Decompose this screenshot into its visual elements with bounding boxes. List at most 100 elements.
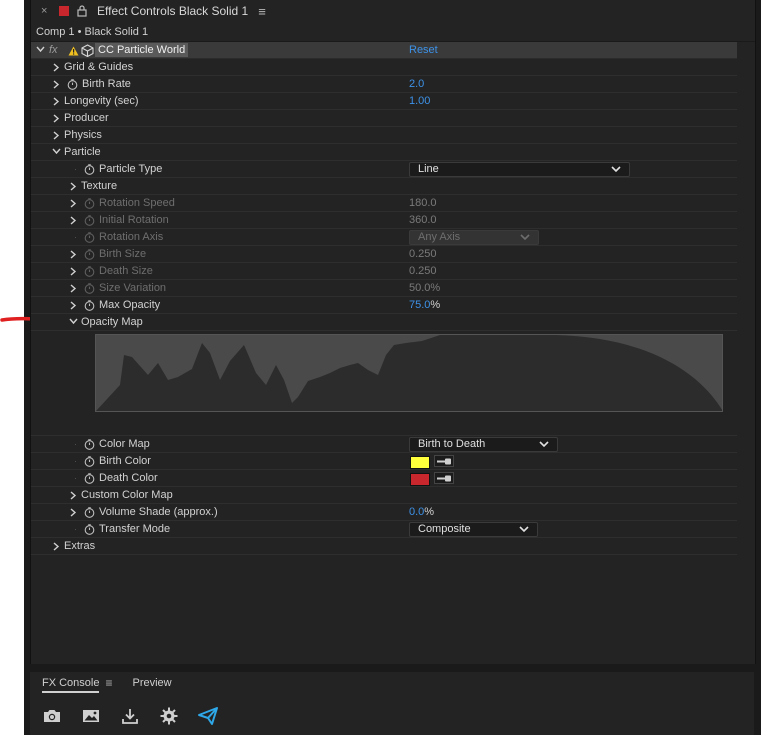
chevron-down-icon [519, 526, 529, 533]
group-extras[interactable]: Extras [31, 538, 737, 555]
stopwatch-icon[interactable] [84, 249, 95, 260]
group-label: Producer [64, 112, 109, 124]
property-value[interactable]: 0.0% [409, 504, 434, 521]
fx-toggle-icon[interactable]: fx [49, 42, 58, 59]
fx-console-logo-icon[interactable] [188, 706, 227, 726]
group-label: Opacity Map [81, 316, 143, 328]
stopwatch-icon[interactable] [84, 300, 95, 311]
property-birth-color[interactable]: · Birth Color [31, 453, 737, 470]
property-label: Max Opacity [99, 299, 161, 311]
property-initial-rotation[interactable]: Initial Rotation 360.0 [31, 212, 737, 229]
property-rotation-axis[interactable]: · Rotation Axis Any Axis [31, 229, 737, 246]
lock-icon[interactable] [77, 5, 87, 17]
value-number: 75.0 [409, 299, 431, 311]
stopwatch-icon[interactable] [84, 198, 95, 209]
property-birth-rate[interactable]: Birth Rate 2.0 [31, 76, 737, 93]
group-texture[interactable]: Texture [31, 178, 737, 195]
tab-title[interactable]: Effect Controls Black Solid 1 [97, 4, 248, 18]
property-label: Birth Color [99, 455, 151, 467]
stopwatch-icon[interactable] [84, 507, 95, 518]
indent-dot: · [74, 439, 77, 449]
close-tab-icon[interactable]: × [41, 5, 53, 17]
property-value[interactable]: 0.250 [409, 246, 437, 263]
rotation-axis-dropdown[interactable]: Any Axis [409, 230, 539, 245]
stopwatch-icon[interactable] [67, 79, 78, 90]
property-transfer-mode[interactable]: · Transfer Mode Composite [31, 521, 737, 538]
eyedropper-icon [437, 458, 451, 465]
property-value[interactable]: 0.250 [409, 263, 437, 280]
property-value[interactable]: 50.0% [409, 280, 440, 297]
property-particle-type[interactable]: · Particle Type Line [31, 161, 737, 178]
group-opacity-map[interactable]: Opacity Map [31, 314, 737, 331]
label-color-swatch [59, 6, 69, 16]
property-value[interactable]: 1.00 [409, 93, 430, 110]
tab-preview[interactable]: Preview [133, 677, 172, 689]
property-label: Volume Shade (approx.) [99, 506, 218, 518]
indent-dot: · [74, 473, 77, 483]
stopwatch-icon[interactable] [84, 456, 95, 467]
gear-icon[interactable] [149, 707, 188, 725]
indent-dot: · [74, 164, 77, 174]
group-grid-guides[interactable]: Grid & Guides [31, 59, 737, 76]
death-color-swatch[interactable] [410, 473, 430, 486]
property-label: Rotation Axis [99, 231, 164, 243]
fx-console-panel: FX Console ≡ Preview [30, 672, 754, 735]
group-custom-color-map[interactable]: Custom Color Map [31, 487, 737, 504]
stopwatch-icon[interactable] [84, 232, 95, 243]
property-value[interactable]: 75.0% [409, 297, 440, 314]
transfer-mode-dropdown[interactable]: Composite [409, 522, 538, 537]
reset-button[interactable]: Reset [409, 42, 438, 59]
dropdown-value: Birth to Death [418, 438, 486, 450]
opacity-map-graph[interactable] [95, 334, 723, 412]
property-color-map[interactable]: · Color Map Birth to Death [31, 436, 737, 453]
image-icon[interactable] [71, 708, 110, 724]
property-value[interactable]: 360.0 [409, 212, 437, 229]
birth-color-swatch[interactable] [410, 456, 430, 469]
property-value[interactable]: 2.0 [409, 76, 424, 93]
effect-property-list: fx CC Particle World Reset Grid & Guides… [31, 42, 737, 555]
property-longevity[interactable]: Longevity (sec) 1.00 [31, 93, 737, 110]
stopwatch-icon[interactable] [84, 473, 95, 484]
chevron-down-icon[interactable] [35, 42, 45, 59]
panel-menu-icon[interactable]: ≡ [258, 4, 266, 19]
property-value[interactable]: 180.0 [409, 195, 437, 212]
property-birth-size[interactable]: Birth Size 0.250 [31, 246, 737, 263]
panel-menu-icon[interactable]: ≡ [105, 676, 112, 690]
effect-controls-panel: × Effect Controls Black Solid 1 ≡ Comp 1… [30, 0, 756, 664]
stopwatch-icon[interactable] [84, 164, 95, 175]
stopwatch-icon[interactable] [84, 439, 95, 450]
group-producer[interactable]: Producer [31, 110, 737, 127]
stopwatch-icon[interactable] [84, 215, 95, 226]
camera-icon[interactable] [32, 708, 71, 724]
property-death-color[interactable]: · Death Color [31, 470, 737, 487]
bottom-tab-bar: FX Console ≡ Preview [30, 672, 754, 694]
effect-name[interactable]: CC Particle World [95, 43, 189, 57]
chevron-down-icon[interactable] [51, 144, 61, 161]
chevron-down-icon[interactable] [68, 314, 78, 331]
tab-fx-console[interactable]: FX Console [42, 677, 100, 693]
stopwatch-icon[interactable] [84, 283, 95, 294]
eyedropper-button[interactable] [434, 455, 454, 467]
particle-type-dropdown[interactable]: Line [409, 162, 630, 177]
fx-console-toolbar [30, 696, 754, 735]
property-label: Transfer Mode [99, 523, 171, 535]
group-label: Grid & Guides [64, 61, 134, 73]
property-death-size[interactable]: Death Size 0.250 [31, 263, 737, 280]
download-icon[interactable] [110, 707, 149, 725]
property-rotation-speed[interactable]: Rotation Speed 180.0 [31, 195, 737, 212]
stopwatch-icon[interactable] [84, 266, 95, 277]
group-physics[interactable]: Physics [31, 127, 737, 144]
eyedropper-button[interactable] [434, 472, 454, 484]
chevron-right-icon[interactable] [51, 538, 61, 557]
property-label: Longevity (sec) [64, 95, 139, 107]
color-map-dropdown[interactable]: Birth to Death [409, 437, 558, 452]
stopwatch-icon[interactable] [84, 524, 95, 535]
property-size-variation[interactable]: Size Variation 50.0% [31, 280, 737, 297]
property-label: Size Variation [99, 282, 167, 294]
property-label: Rotation Speed [99, 197, 175, 209]
effect-header-row[interactable]: fx CC Particle World Reset [31, 42, 737, 59]
group-particle[interactable]: Particle [31, 144, 737, 161]
property-max-opacity[interactable]: Max Opacity 75.0% [31, 297, 737, 314]
property-volume-shade[interactable]: Volume Shade (approx.) 0.0% [31, 504, 737, 521]
group-label: Physics [64, 129, 102, 141]
